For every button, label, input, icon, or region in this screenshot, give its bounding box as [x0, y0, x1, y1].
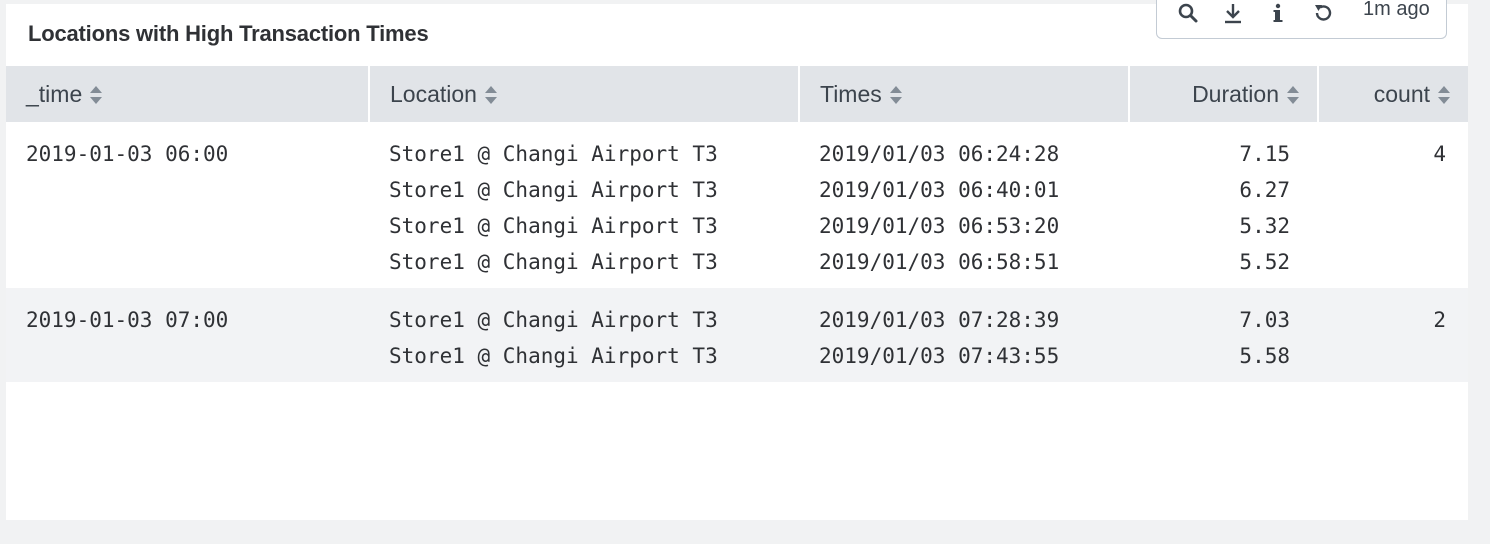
table-header-row: _time Location Times Duration count: [6, 66, 1468, 122]
sort-icon: [1287, 85, 1299, 105]
results-table: _time Location Times Duration count 2019…: [6, 66, 1468, 382]
duration-value: 5.52: [1239, 250, 1290, 274]
sort-icon: [90, 85, 103, 105]
panel-toolbar: 1m ago: [1156, 0, 1447, 39]
duration-value: 7.15: [1239, 142, 1290, 166]
cell-location: Store1 @ Changi Airport T3 Store1 @ Chan…: [369, 288, 799, 382]
download-icon[interactable]: [1222, 2, 1244, 24]
column-header-time[interactable]: _time: [6, 66, 370, 122]
last-refresh-time: 1m ago: [1363, 0, 1430, 20]
location-value: Store1 @ Changi Airport T3: [389, 308, 718, 332]
duration-value: 6.27: [1239, 178, 1290, 202]
sort-icon: [484, 85, 497, 105]
times-value: 2019/01/03 07:28:39: [819, 308, 1060, 332]
cell-times: 2019/01/03 07:28:39 2019/01/03 07:43:55: [799, 288, 1129, 382]
duration-value: 7.03: [1239, 308, 1290, 332]
panel-title: Locations with High Transaction Times: [28, 21, 429, 46]
column-header-times[interactable]: Times: [799, 66, 1130, 122]
times-value: 2019/01/03 07:43:55: [819, 344, 1060, 368]
times-value: 2019/01/03 06:40:01: [819, 178, 1060, 202]
duration-value: 5.32: [1239, 214, 1290, 238]
sort-icon: [1438, 85, 1450, 105]
times-value: 2019/01/03 06:53:20: [819, 214, 1060, 238]
refresh-icon[interactable]: [1312, 2, 1334, 24]
location-value: Store1 @ Changi Airport T3: [389, 250, 718, 274]
cell-count: 2: [1318, 288, 1468, 382]
cell-duration: 7.03 5.58: [1129, 288, 1318, 382]
location-value: Store1 @ Changi Airport T3: [389, 344, 718, 368]
cell-time: 2019-01-03 06:00: [6, 122, 369, 288]
search-icon[interactable]: [1177, 2, 1199, 24]
column-header-location[interactable]: Location: [369, 66, 800, 122]
location-value: Store1 @ Changi Airport T3: [389, 178, 718, 202]
times-value: 2019/01/03 06:58:51: [819, 250, 1060, 274]
column-header-count[interactable]: count: [1318, 66, 1468, 122]
location-value: Store1 @ Changi Airport T3: [389, 142, 718, 166]
cell-times: 2019/01/03 06:24:28 2019/01/03 06:40:01 …: [799, 122, 1129, 288]
location-value: Store1 @ Changi Airport T3: [389, 214, 718, 238]
table-row[interactable]: 2019-01-03 06:00 Store1 @ Changi Airport…: [6, 122, 1468, 288]
cell-location: Store1 @ Changi Airport T3 Store1 @ Chan…: [369, 122, 799, 288]
sort-icon: [889, 85, 902, 105]
table-row[interactable]: 2019-01-03 07:00 Store1 @ Changi Airport…: [6, 288, 1468, 382]
info-icon[interactable]: [1267, 2, 1289, 24]
times-value: 2019/01/03 06:24:28: [819, 142, 1060, 166]
column-header-duration[interactable]: Duration: [1129, 66, 1319, 122]
cell-time: 2019-01-03 07:00: [6, 288, 369, 382]
cell-duration: 7.15 6.27 5.32 5.52: [1129, 122, 1318, 288]
duration-value: 5.58: [1239, 344, 1290, 368]
cell-count: 4: [1318, 122, 1468, 288]
dashboard-panel: Locations with High Transaction Times 1m…: [6, 0, 1468, 520]
